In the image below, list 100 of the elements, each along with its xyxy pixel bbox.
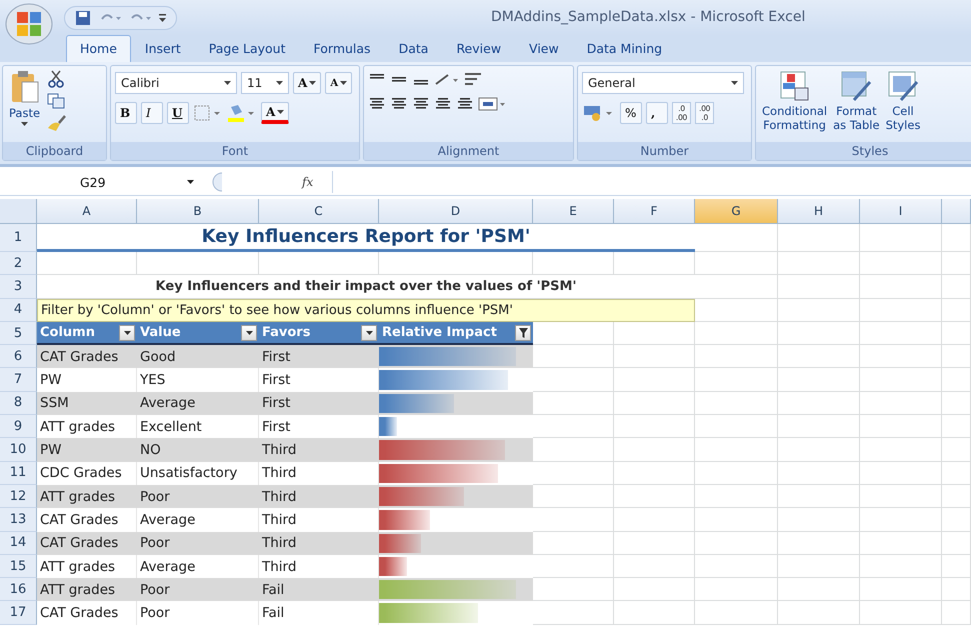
column-header[interactable]: E <box>533 199 614 224</box>
wrap-text-icon[interactable] <box>464 72 484 88</box>
spreadsheet-cell[interactable] <box>860 322 942 346</box>
spreadsheet-cell[interactable] <box>942 554 971 578</box>
ribbon-tab[interactable]: Home <box>66 35 131 62</box>
spreadsheet-cell[interactable] <box>695 368 778 392</box>
spreadsheet-cell[interactable] <box>695 462 778 485</box>
spreadsheet-cell[interactable] <box>942 438 971 462</box>
spreadsheet-cell[interactable] <box>614 252 695 276</box>
column-header[interactable]: G <box>695 199 778 224</box>
spreadsheet-cell[interactable] <box>860 275 942 299</box>
spreadsheet-cell[interactable] <box>533 322 614 346</box>
spreadsheet-cell[interactable] <box>778 484 860 508</box>
row-header[interactable]: 13 <box>0 508 37 532</box>
ribbon-tab[interactable]: Insert <box>130 35 195 62</box>
percent-button[interactable]: % <box>620 102 642 124</box>
spreadsheet-cell[interactable] <box>695 275 778 299</box>
spreadsheet-cell[interactable] <box>778 462 860 485</box>
align-icon[interactable] <box>368 97 386 111</box>
ribbon-tab[interactable]: View <box>515 35 573 62</box>
number-format-field[interactable]: General <box>582 72 744 94</box>
spreadsheet-cell[interactable] <box>533 601 614 625</box>
align-icon[interactable] <box>434 97 452 111</box>
spreadsheet-cell[interactable] <box>614 508 695 532</box>
spreadsheet-cell[interactable] <box>860 484 942 508</box>
spreadsheet-cell[interactable] <box>614 601 695 625</box>
spreadsheet-cell[interactable] <box>860 368 942 392</box>
row-header[interactable]: 5 <box>0 322 37 346</box>
row-header[interactable]: 3 <box>0 275 37 299</box>
spreadsheet-cell[interactable] <box>37 252 137 276</box>
spreadsheet-cell[interactable] <box>695 601 778 625</box>
spreadsheet-cell[interactable] <box>695 578 778 602</box>
spreadsheet-cell[interactable] <box>533 345 614 368</box>
spreadsheet-cell[interactable] <box>533 578 614 602</box>
spreadsheet-cell[interactable] <box>614 415 695 438</box>
spreadsheet-cell[interactable] <box>695 322 778 346</box>
column-header[interactable]: H <box>778 199 860 224</box>
border-icon[interactable] <box>193 103 223 123</box>
fill-color-icon[interactable] <box>227 103 257 123</box>
shrink-font-button[interactable]: A <box>325 72 352 94</box>
spreadsheet-cell[interactable] <box>778 578 860 602</box>
align-icon[interactable] <box>390 97 408 111</box>
grow-font-button[interactable]: A <box>293 72 322 94</box>
scissors-icon[interactable] <box>48 70 64 88</box>
spreadsheet-cell[interactable] <box>533 438 614 462</box>
spreadsheet-cell[interactable] <box>379 252 533 276</box>
spreadsheet-cell[interactable] <box>695 554 778 578</box>
spreadsheet-cell[interactable] <box>942 224 971 252</box>
row-header[interactable]: 15 <box>0 554 37 578</box>
spreadsheet-cell[interactable] <box>860 415 942 438</box>
column-header[interactable]: B <box>137 199 259 224</box>
ribbon-tab[interactable]: Data Mining <box>572 35 676 62</box>
merge-icon[interactable] <box>478 96 506 112</box>
paste-button[interactable]: Paste <box>7 70 42 142</box>
spreadsheet-cell[interactable] <box>942 252 971 276</box>
spreadsheet-cell[interactable] <box>778 438 860 462</box>
spreadsheet-cell[interactable] <box>860 601 942 625</box>
spreadsheet-cell[interactable] <box>533 462 614 485</box>
column-header[interactable]: I <box>860 199 942 224</box>
decrease-decimal-button[interactable]: .00 .0 <box>695 102 714 124</box>
spreadsheet-cell[interactable] <box>942 462 971 485</box>
name-box[interactable]: G29 <box>0 171 200 193</box>
spreadsheet-cell[interactable] <box>533 252 614 276</box>
row-header[interactable]: 16 <box>0 578 37 602</box>
ribbon-tab[interactable]: Formulas <box>300 35 385 62</box>
align-icon[interactable] <box>456 97 474 111</box>
spreadsheet-cell[interactable] <box>860 438 942 462</box>
customize-icon[interactable] <box>159 12 166 22</box>
spreadsheet-cell[interactable] <box>942 578 971 602</box>
spreadsheet-cell[interactable] <box>778 224 860 252</box>
font-name-field[interactable]: Calibri <box>115 72 237 94</box>
spreadsheet-cell[interactable] <box>778 532 860 555</box>
spreadsheet-cell[interactable] <box>695 532 778 555</box>
save-icon[interactable] <box>75 10 91 26</box>
spreadsheet-cell[interactable] <box>533 484 614 508</box>
spreadsheet-cell[interactable] <box>860 462 942 485</box>
column-header[interactable] <box>942 199 971 224</box>
ribbon-tab[interactable]: Review <box>442 35 516 62</box>
spreadsheet-cell[interactable] <box>778 252 860 276</box>
style-button[interactable]: Cell Styles <box>884 70 922 142</box>
row-header[interactable]: 10 <box>0 438 37 462</box>
spreadsheet-cell[interactable] <box>695 252 778 276</box>
spreadsheet-cell[interactable] <box>533 392 614 416</box>
spreadsheet-cell[interactable] <box>614 532 695 555</box>
align-icon[interactable] <box>412 97 430 111</box>
spreadsheet-cell[interactable] <box>860 298 942 322</box>
spreadsheet-cell[interactable] <box>614 554 695 578</box>
spreadsheet-cell[interactable] <box>695 345 778 368</box>
spreadsheet-cell[interactable] <box>778 415 860 438</box>
row-header[interactable]: 4 <box>0 298 37 322</box>
style-button[interactable]: Format as Table <box>831 70 882 142</box>
spreadsheet-cell[interactable] <box>695 392 778 416</box>
spreadsheet-cell[interactable] <box>860 554 942 578</box>
brush-icon[interactable] <box>46 114 66 132</box>
spreadsheet-cell[interactable] <box>614 438 695 462</box>
spreadsheet-cell[interactable] <box>695 438 778 462</box>
font-color-button[interactable]: A <box>261 102 290 124</box>
spreadsheet-cell[interactable] <box>259 252 379 276</box>
filter-button[interactable] <box>241 324 257 341</box>
spreadsheet-cell[interactable] <box>778 298 860 322</box>
